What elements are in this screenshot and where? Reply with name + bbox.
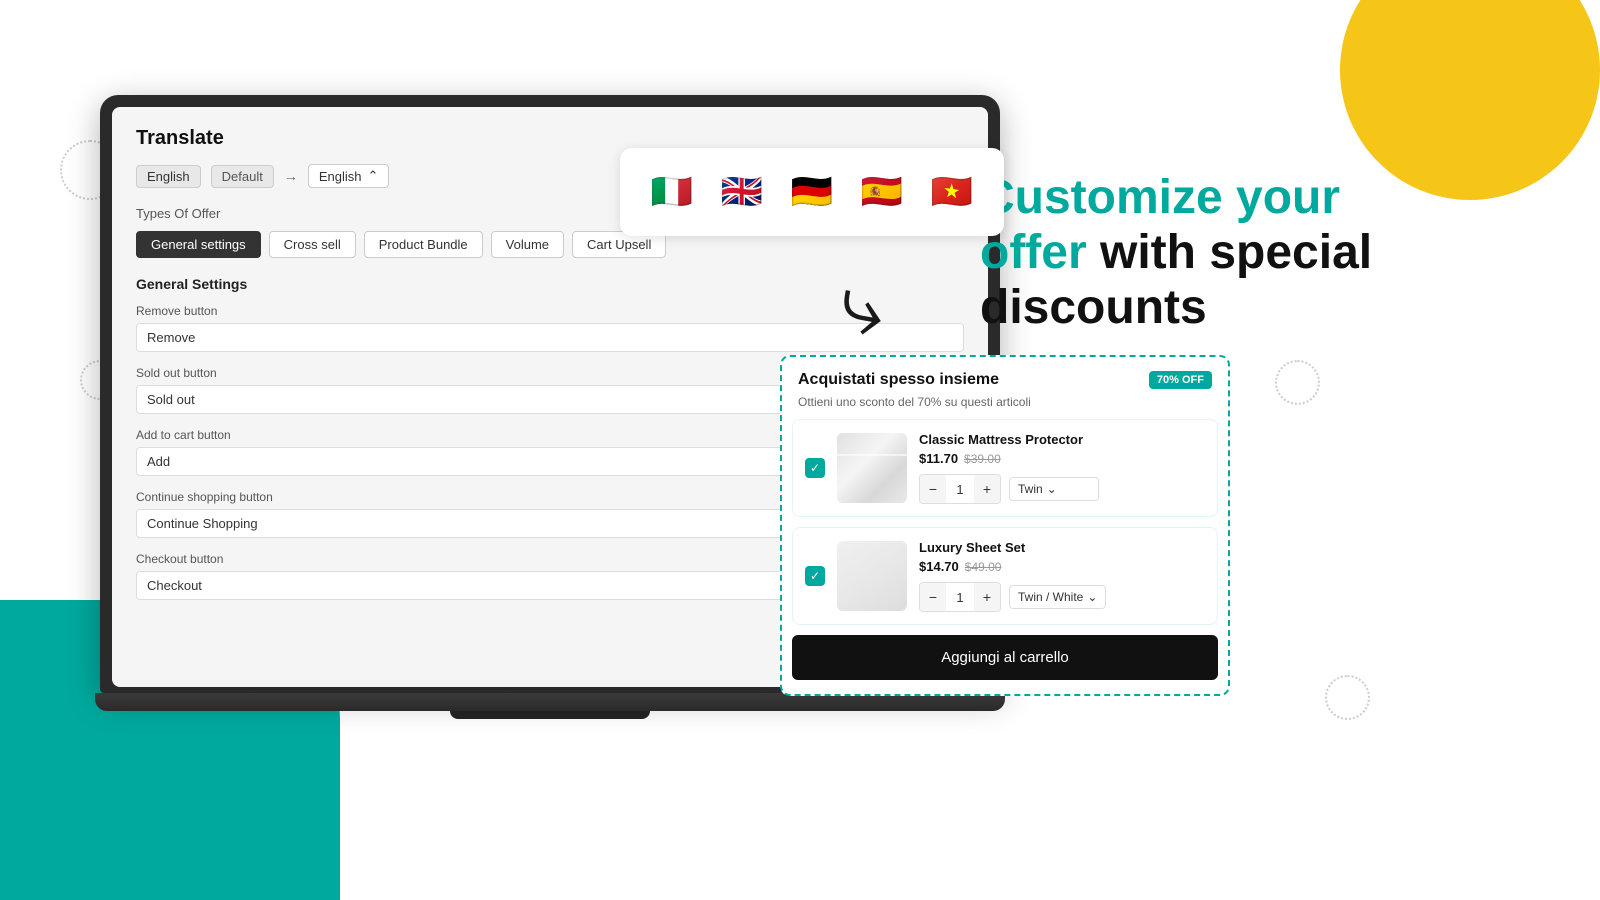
add-to-cart-button[interactable]: Aggiungi al carrello [792, 635, 1218, 680]
discount-badge: 70% OFF [1149, 371, 1212, 389]
flag-spain[interactable]: 🇪🇸 [854, 164, 910, 220]
product-card-2: ✓ Luxury Sheet Set $14.70 $49.00 − 1 + T… [792, 527, 1218, 625]
product-2-qty-plus[interactable]: + [974, 583, 1000, 611]
product-1-variant-select[interactable]: Twin ⌄ [1009, 477, 1099, 501]
headline-discounts: discounts [980, 281, 1207, 334]
product-1-variant-chevron: ⌄ [1047, 482, 1057, 496]
product-2-qty-value: 1 [946, 590, 974, 605]
headline-with: with special [1087, 226, 1372, 279]
widget-subtitle: Ottieni uno sconto del 70% su questi art… [782, 395, 1228, 419]
section-heading: General Settings [136, 276, 964, 292]
widget-title: Acquistati spesso insieme [798, 371, 999, 389]
lang-target-select[interactable]: English ⌃ [308, 164, 390, 188]
bg-dot-right [1275, 360, 1320, 405]
flag-vietnam[interactable]: 🇻🇳 [924, 164, 980, 220]
product-1-qty-control: − 1 + [919, 474, 1001, 504]
product-2-qty-minus[interactable]: − [920, 583, 946, 611]
product-2-price-row: $14.70 $49.00 [919, 559, 1205, 574]
app-title: Translate [136, 127, 964, 150]
widget-header: Acquistati spesso insieme 70% OFF [782, 357, 1228, 395]
tab-general-settings[interactable]: General settings [136, 231, 261, 258]
tab-product-bundle[interactable]: Product Bundle [364, 231, 483, 258]
product-2-checkbox[interactable]: ✓ [805, 566, 825, 586]
flags-banner: 🇮🇹 🇬🇧 🇩🇪 🇪🇸 🇻🇳 [620, 148, 1004, 236]
flag-italy[interactable]: 🇮🇹 [644, 164, 700, 220]
sheet-image [837, 541, 907, 611]
headline: Customize your offer with special discou… [980, 170, 1540, 336]
product-1-image [837, 433, 907, 503]
product-1-qty-plus[interactable]: + [974, 475, 1000, 503]
lang-source-badge: English [136, 165, 201, 188]
lang-select-chevron: ⌃ [367, 168, 378, 184]
product-2-variant-chevron: ⌄ [1087, 590, 1097, 604]
product-1-name: Classic Mattress Protector [919, 432, 1205, 447]
product-1-variant-label: Twin [1018, 482, 1043, 496]
arrow-right-icon: → [284, 168, 298, 184]
product-1-price-new: $11.70 [919, 451, 958, 466]
product-1-info: Classic Mattress Protector $11.70 $39.00… [919, 432, 1205, 504]
lang-default-badge: Default [211, 165, 274, 188]
product-2-image [837, 541, 907, 611]
product-1-price-row: $11.70 $39.00 [919, 451, 1205, 466]
flag-germany[interactable]: 🇩🇪 [784, 164, 840, 220]
product-2-name: Luxury Sheet Set [919, 540, 1205, 555]
product-2-info: Luxury Sheet Set $14.70 $49.00 − 1 + Twi… [919, 540, 1205, 612]
bg-dot-bottom-right [1325, 675, 1370, 720]
product-1-qty-minus[interactable]: − [920, 475, 946, 503]
product-2-price-old: $49.00 [965, 560, 1002, 574]
product-2-qty-row: − 1 + Twin / White ⌄ [919, 582, 1205, 612]
product-2-variant-label: Twin / White [1018, 590, 1083, 604]
product-1-price-old: $39.00 [964, 452, 1001, 466]
product-1-checkbox[interactable]: ✓ [805, 458, 825, 478]
tab-cross-sell[interactable]: Cross sell [269, 231, 356, 258]
flag-uk[interactable]: 🇬🇧 [714, 164, 770, 220]
product-2-variant-select[interactable]: Twin / White ⌄ [1009, 585, 1106, 609]
product-card-1: ✓ Classic Mattress Protector $11.70 $39.… [792, 419, 1218, 517]
lang-target-label: English [319, 169, 362, 184]
tab-volume[interactable]: Volume [491, 231, 564, 258]
product-widget: Acquistati spesso insieme 70% OFF Ottien… [780, 355, 1230, 696]
laptop-hinge [450, 711, 650, 719]
headline-highlight: Customize your [980, 171, 1340, 224]
product-2-qty-control: − 1 + [919, 582, 1001, 612]
product-1-qty-value: 1 [946, 482, 974, 497]
product-1-qty-row: − 1 + Twin ⌄ [919, 474, 1205, 504]
product-2-price-new: $14.70 [919, 559, 959, 574]
right-text: Customize your offer with special discou… [980, 170, 1540, 336]
mattress-image [837, 433, 907, 503]
